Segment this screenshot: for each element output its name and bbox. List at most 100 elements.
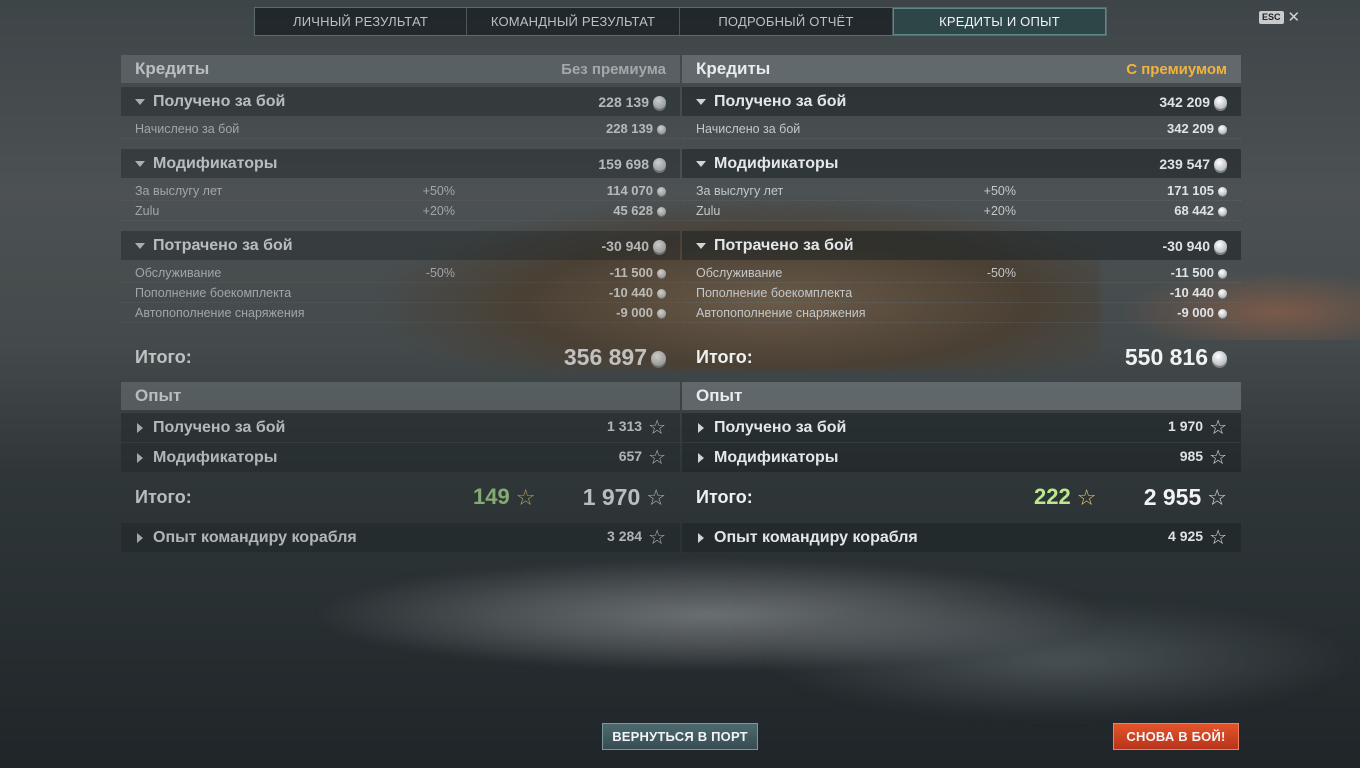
section-label: Получено за бой <box>153 92 286 110</box>
line-multiplier: -50% <box>986 265 1016 280</box>
xp-earned-section[interactable]: Получено за бой 1 313 ☆ <box>121 413 680 442</box>
credit-coin-icon <box>1212 350 1227 366</box>
section-value: -30 940 <box>602 238 666 254</box>
battle-again-button[interactable]: СНОВА В БОЙ! <box>1113 723 1239 750</box>
total-value: 550 816 <box>1125 344 1227 371</box>
xp-star-icon: ☆ <box>646 485 666 511</box>
esc-key-icon: ESC <box>1259 11 1284 24</box>
section-label: Получено за бой <box>714 92 847 110</box>
section-value: 1 313 ☆ <box>607 416 666 439</box>
commander-xp-section[interactable]: Опыт командиру корабля 3 284 ☆ <box>121 523 680 552</box>
credits-title: Кредиты <box>135 59 210 78</box>
total-label: Итого: <box>135 346 192 367</box>
credits-total: Итого: 356 897 <box>121 334 680 380</box>
spent-section[interactable]: Потрачено за бой -30 940 <box>121 231 680 260</box>
line-label: Обслуживание <box>135 265 222 280</box>
credit-coin-icon <box>653 158 666 172</box>
xp-earned-section[interactable]: Получено за бой 1 970 ☆ <box>682 413 1241 442</box>
credit-coin-icon <box>657 309 666 319</box>
total-label: Итого: <box>696 346 753 367</box>
section-value: 4 925 ☆ <box>1168 526 1227 549</box>
xp-header: Опыт <box>121 382 680 410</box>
credit-coin-icon <box>657 125 666 135</box>
expand-arrow-icon <box>698 452 704 463</box>
line-multiplier: +20% <box>983 203 1016 218</box>
earned-section[interactable]: Получено за бой 342 209 <box>682 87 1241 116</box>
line-multiplier: +50% <box>422 183 455 198</box>
section-value: 342 209 <box>1159 94 1227 110</box>
total-label: Итого: <box>135 486 192 507</box>
section-value: 1 970 ☆ <box>1168 416 1227 439</box>
line-label: За выслугу лет <box>696 183 784 198</box>
results-tabs: ЛИЧНЫЙ РЕЗУЛЬТАТ КОМАНДНЫЙ РЕЗУЛЬТАТ ПОД… <box>254 7 1107 36</box>
line-label: Пополнение боекомплекта <box>696 285 853 300</box>
modifiers-section[interactable]: Модификаторы 159 698 <box>121 149 680 178</box>
modifiers-section[interactable]: Модификаторы 239 547 <box>682 149 1241 178</box>
close-button[interactable]: ESC ✕ <box>1259 8 1301 26</box>
expand-arrow-icon <box>698 422 704 433</box>
line-value: -10 440 <box>609 285 666 300</box>
credit-line-item: Zulu +20% 45 628 <box>121 201 680 221</box>
return-to-port-button[interactable]: ВЕРНУТЬСЯ В ПОРТ <box>602 723 758 750</box>
line-value: -11 500 <box>1171 265 1227 280</box>
section-label: Модификаторы <box>153 154 278 172</box>
credit-coin-icon <box>1214 158 1227 172</box>
section-label: Модификаторы <box>153 448 278 466</box>
line-value: 114 070 <box>607 183 666 198</box>
line-label: Пополнение боекомплекта <box>135 285 292 300</box>
section-label: Потрачено за бой <box>153 236 293 254</box>
credit-line-item: Начислено за бой 342 209 <box>682 119 1241 139</box>
line-value: -9 000 <box>616 305 666 320</box>
credits-title: Кредиты <box>696 59 771 78</box>
credit-line-item: Пополнение боекомплекта -10 440 <box>121 283 680 303</box>
free-xp-star-icon: ☆ <box>1076 485 1097 511</box>
credits-header: Кредиты С премиумом <box>682 55 1241 83</box>
expand-arrow-icon <box>698 532 704 543</box>
line-value: 342 209 <box>1167 121 1227 136</box>
line-value: -9 000 <box>1177 305 1227 320</box>
xp-modifiers-section[interactable]: Модификаторы 657 ☆ <box>121 443 680 472</box>
earned-section[interactable]: Получено за бой 228 139 <box>121 87 680 116</box>
credits-xp-panel-premium: Кредиты С премиумом Получено за бой 342 … <box>682 55 1241 552</box>
line-label: Начислено за бой <box>696 121 801 136</box>
credit-coin-icon <box>1218 309 1227 319</box>
xp-modifiers-section[interactable]: Модификаторы 985 ☆ <box>682 443 1241 472</box>
line-label: Zulu <box>696 203 721 218</box>
line-value: -11 500 <box>610 265 666 280</box>
collapse-arrow-icon <box>696 98 706 105</box>
credit-coin-icon <box>1214 96 1227 110</box>
credit-coin-icon <box>1218 207 1227 217</box>
tab-personal-result[interactable]: ЛИЧНЫЙ РЕЗУЛЬТАТ <box>255 8 467 35</box>
close-icon: ✕ <box>1287 8 1301 26</box>
xp-star-icon: ☆ <box>1209 416 1227 439</box>
credit-coin-icon <box>1214 240 1227 254</box>
credit-coin-icon <box>651 350 666 366</box>
credit-coin-icon <box>657 187 666 197</box>
spent-section[interactable]: Потрачено за бой -30 940 <box>682 231 1241 260</box>
account-mode-label: Без премиума <box>561 60 666 78</box>
line-label: Автопополнение снаряжения <box>135 305 305 320</box>
line-multiplier: +20% <box>422 203 455 218</box>
tab-team-result[interactable]: КОМАНДНЫЙ РЕЗУЛЬТАТ <box>467 8 680 35</box>
credit-line-item: Начислено за бой 228 139 <box>121 119 680 139</box>
total-value: 1 970 ☆ <box>582 483 666 511</box>
xp-header: Опыт <box>682 382 1241 410</box>
line-value: 228 139 <box>606 121 666 136</box>
section-value: 657 ☆ <box>618 446 666 469</box>
tab-detailed-report[interactable]: ПОДРОБНЫЙ ОТЧЁТ <box>680 8 893 35</box>
section-value: -30 940 <box>1163 238 1227 254</box>
credit-line-item: Обслуживание -50% -11 500 <box>682 263 1241 283</box>
credit-coin-icon <box>657 289 666 299</box>
section-value: 239 547 <box>1159 156 1227 172</box>
credit-coin-icon <box>1218 289 1227 299</box>
credit-line-item: За выслугу лет +50% 114 070 <box>121 181 680 201</box>
line-value: -10 440 <box>1170 285 1227 300</box>
xp-title: Опыт <box>696 386 743 405</box>
tab-credits-and-xp[interactable]: КРЕДИТЫ И ОПЫТ <box>893 8 1106 35</box>
credit-coin-icon <box>653 96 666 110</box>
credit-coin-icon <box>657 269 666 279</box>
commander-xp-section[interactable]: Опыт командиру корабля 4 925 ☆ <box>682 523 1241 552</box>
line-value: 45 628 <box>613 203 666 218</box>
line-label: За выслугу лет <box>135 183 223 198</box>
xp-total: Итого: 222 ☆ 2 955 ☆ <box>682 474 1241 520</box>
